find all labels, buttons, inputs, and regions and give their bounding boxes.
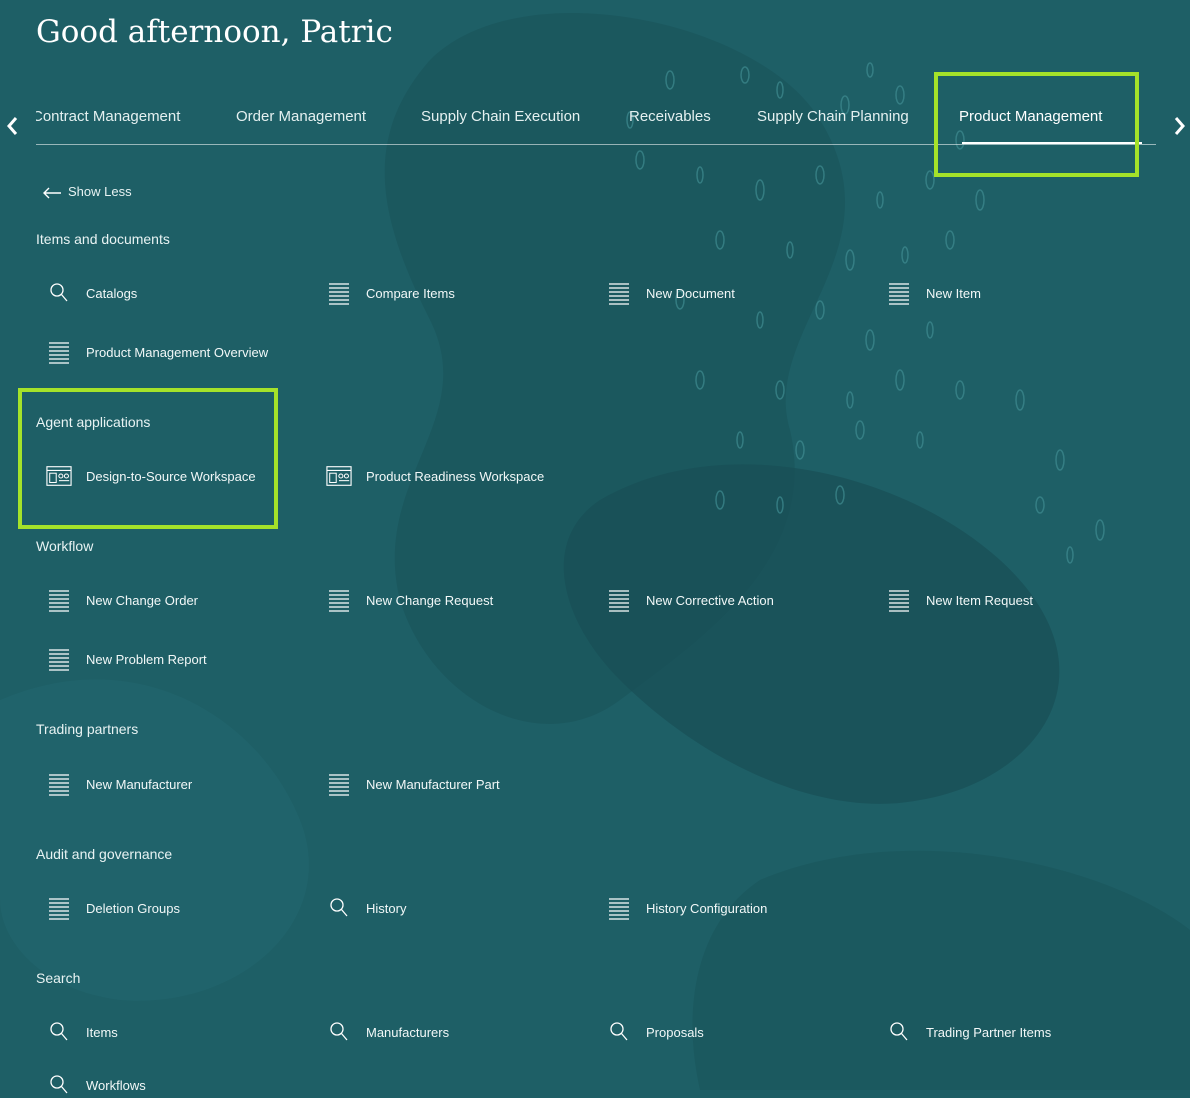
link-search-workflows[interactable]: Workflows — [40, 1072, 146, 1098]
show-less-label: Show Less — [68, 184, 132, 199]
link-new-problem-report[interactable]: New Problem Report — [40, 646, 207, 672]
search-icon — [46, 1072, 72, 1098]
list-icon — [46, 587, 72, 613]
tab-contract-management[interactable]: Contract Management — [36, 108, 180, 125]
link-label: History Configuration — [646, 900, 768, 916]
link-search-manufacturers[interactable]: Manufacturers — [320, 1019, 449, 1045]
workspace-icon — [326, 463, 352, 489]
section-title-items-documents: Items and documents — [36, 231, 170, 247]
launcher-page: Good afternoon, Patric Contract Manageme… — [0, 0, 1190, 1094]
link-label: Product Readiness Workspace — [366, 468, 545, 484]
list-icon — [326, 771, 352, 797]
link-search-items[interactable]: Items — [40, 1019, 118, 1045]
link-new-item-request[interactable]: New Item Request — [880, 587, 1033, 613]
search-icon — [326, 1019, 352, 1045]
link-label: Items — [86, 1024, 118, 1040]
section-title-agent-applications: Agent applications — [36, 414, 151, 430]
list-icon — [46, 895, 72, 921]
list-icon — [606, 895, 632, 921]
link-design-to-source-workspace[interactable]: Design-to-Source Workspace — [40, 463, 256, 489]
link-label: Manufacturers — [366, 1024, 450, 1040]
tab-supply-chain-planning[interactable]: Supply Chain Planning — [757, 108, 909, 125]
tab-receivables[interactable]: Receivables — [629, 108, 711, 125]
link-label: New Item Request — [926, 592, 1033, 608]
list-icon — [46, 771, 72, 797]
link-label: New Problem Report — [86, 651, 207, 667]
tab-supply-chain-execution[interactable]: Supply Chain Execution — [421, 108, 580, 125]
link-new-manufacturer[interactable]: New Manufacturer — [40, 771, 192, 797]
link-new-change-request[interactable]: New Change Request — [320, 587, 493, 613]
link-product-readiness-workspace[interactable]: Product Readiness Workspace — [320, 463, 544, 489]
link-deletion-groups[interactable]: Deletion Groups — [40, 895, 180, 921]
link-label: History — [366, 900, 407, 916]
section-title-search: Search — [36, 970, 81, 986]
link-new-document[interactable]: New Document — [600, 280, 735, 306]
link-search-proposals[interactable]: Proposals — [600, 1019, 704, 1045]
link-label: Product Management Overview — [86, 344, 269, 360]
link-product-management-overview[interactable]: Product Management Overview — [40, 339, 268, 365]
search-icon — [606, 1019, 632, 1045]
link-label: New Change Order — [86, 592, 198, 608]
link-history[interactable]: History — [320, 895, 406, 921]
link-label: Proposals — [646, 1024, 704, 1040]
link-label: Compare Items — [366, 285, 455, 301]
link-new-item[interactable]: New Item — [880, 280, 981, 306]
link-label: New Manufacturer Part — [366, 776, 500, 792]
link-label: New Document — [646, 285, 735, 301]
link-search-trading-partner-items[interactable]: Trading Partner Items — [880, 1019, 1051, 1045]
link-label: Workflows — [86, 1077, 146, 1093]
list-icon — [326, 587, 352, 613]
scroll-right-arrow-icon[interactable] — [1166, 112, 1190, 140]
search-icon — [46, 280, 72, 306]
tab-order-management[interactable]: Order Management — [236, 108, 366, 125]
arrow-left-icon — [43, 187, 61, 199]
search-icon — [326, 895, 352, 921]
link-label: New Item — [926, 285, 981, 301]
link-label: New Corrective Action — [646, 592, 774, 608]
link-label: Deletion Groups — [86, 900, 180, 916]
list-icon — [46, 646, 72, 672]
link-new-change-order[interactable]: New Change Order — [40, 587, 198, 613]
list-icon — [886, 280, 912, 306]
link-new-corrective-action[interactable]: New Corrective Action — [600, 587, 774, 613]
link-label: New Change Request — [366, 592, 494, 608]
tab-bar: Contract Management Order Management Sup… — [36, 98, 1156, 145]
list-icon — [606, 280, 632, 306]
section-title-audit-governance: Audit and governance — [36, 846, 173, 862]
scroll-left-arrow-icon[interactable] — [0, 112, 26, 140]
link-label: Design-to-Source Workspace — [86, 468, 256, 484]
workspace-icon — [46, 463, 72, 489]
greeting-title: Good afternoon, Patric — [36, 14, 393, 50]
highlight-agent-applications — [18, 388, 278, 529]
list-icon — [886, 587, 912, 613]
tab-product-management[interactable]: Product Management — [959, 108, 1102, 125]
show-less-link[interactable]: Show Less — [42, 184, 132, 199]
search-icon — [46, 1019, 72, 1045]
link-history-configuration[interactable]: History Configuration — [600, 895, 767, 921]
link-label: Trading Partner Items — [926, 1024, 1052, 1040]
list-icon — [326, 280, 352, 306]
link-compare-items[interactable]: Compare Items — [320, 280, 455, 306]
section-title-workflow: Workflow — [36, 538, 94, 554]
link-new-manufacturer-part[interactable]: New Manufacturer Part — [320, 771, 500, 797]
search-icon — [886, 1019, 912, 1045]
link-label: Catalogs — [86, 285, 138, 301]
section-title-trading-partners: Trading partners — [36, 721, 139, 737]
link-catalogs[interactable]: Catalogs — [40, 280, 137, 306]
list-icon — [46, 339, 72, 365]
active-tab-underline — [962, 142, 1142, 144]
list-icon — [606, 587, 632, 613]
link-label: New Manufacturer — [86, 776, 193, 792]
